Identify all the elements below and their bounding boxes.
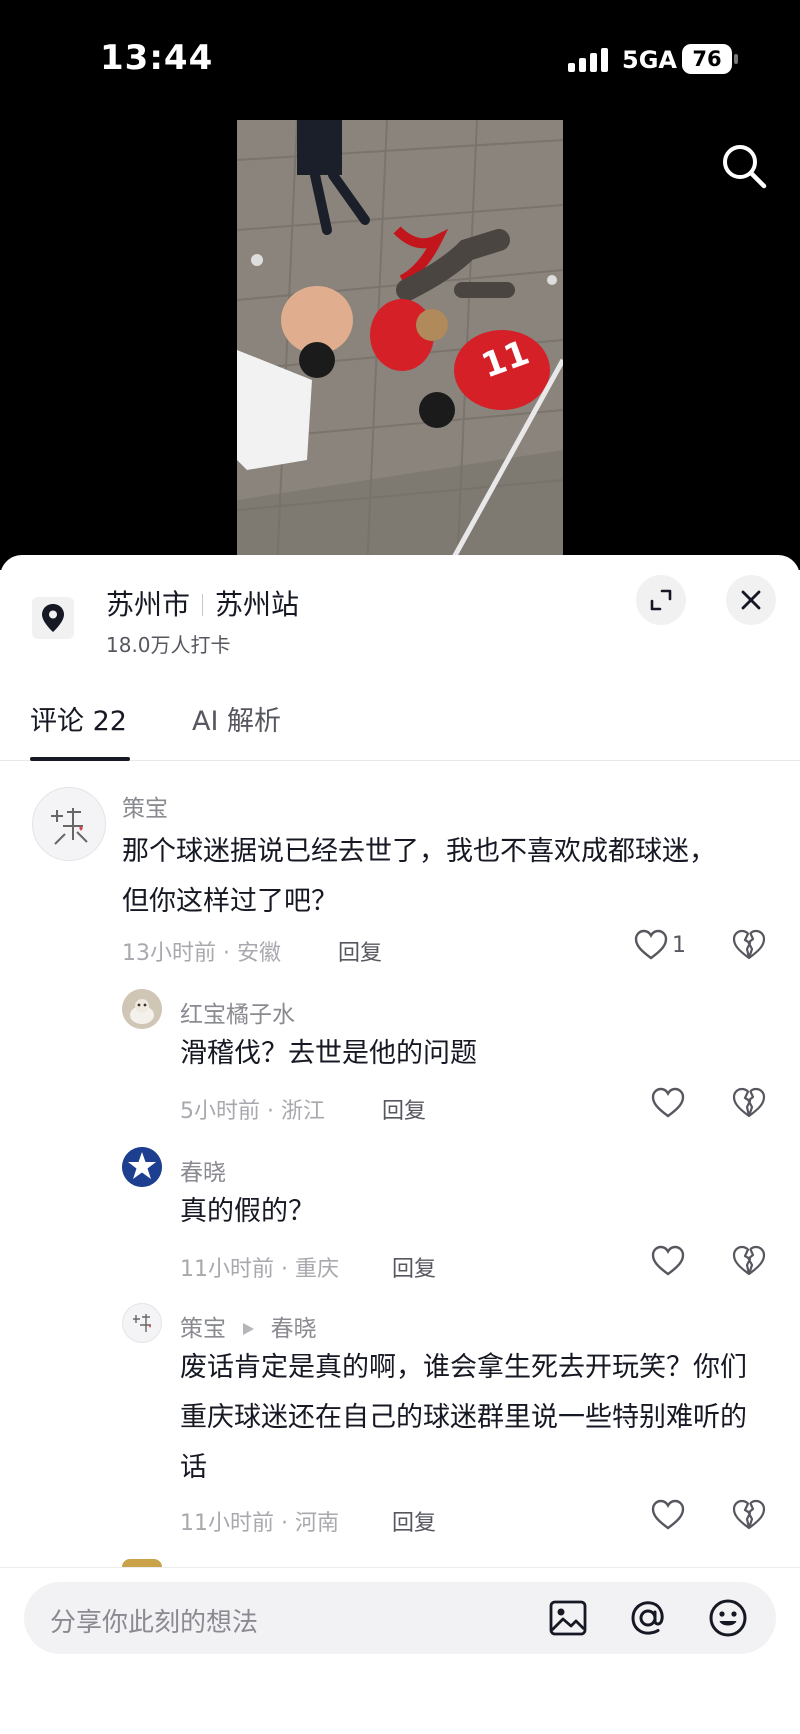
avatar[interactable]: [122, 1147, 162, 1187]
signal-icon: [568, 48, 610, 72]
expand-button[interactable]: [636, 575, 686, 625]
avatar[interactable]: [122, 1559, 162, 1567]
avatar[interactable]: [122, 989, 162, 1029]
video-scene-image: 11: [237, 120, 563, 570]
broken-heart-icon: [732, 1245, 766, 1276]
comment-input[interactable]: 分享你此刻的想法: [24, 1582, 776, 1654]
comment-username[interactable]: 策宝 春晓: [180, 1309, 317, 1343]
broken-heart-icon: [732, 929, 766, 960]
at-icon: [631, 1601, 664, 1635]
dislike-button[interactable]: [732, 1087, 766, 1123]
comment-meta: 13小时前 · 安徽: [122, 941, 281, 966]
emoji-icon: [709, 1599, 747, 1637]
reply-button[interactable]: 回复: [392, 1251, 436, 1283]
video-frame[interactable]: 11: [237, 120, 563, 570]
reply-button[interactable]: 回复: [338, 935, 382, 967]
search-icon: [723, 145, 767, 189]
status-time: 13:44: [100, 38, 214, 78]
network-label: 5GA: [622, 46, 677, 74]
tab-bar: 评论 22 AI 解析: [0, 685, 800, 761]
location-place: 苏州站: [215, 588, 300, 621]
broken-heart-icon: [732, 1087, 766, 1118]
location-city: 苏州市: [106, 588, 191, 621]
like-button[interactable]: [651, 1499, 685, 1531]
location-pin: [32, 597, 74, 639]
emoji-button[interactable]: [704, 1594, 752, 1642]
location-title[interactable]: 苏州市 苏州站: [106, 583, 299, 623]
search-button[interactable]: [718, 140, 770, 192]
reply-target: 春晓: [270, 1316, 317, 1342]
comment-username[interactable]: 春晓: [180, 1153, 226, 1187]
avatar-image: [51, 808, 88, 845]
reply-button[interactable]: 回复: [392, 1505, 436, 1537]
mention-button[interactable]: [624, 1594, 672, 1642]
heart-icon: [651, 1499, 685, 1530]
comment-meta: 11小时前 · 河南: [180, 1511, 339, 1536]
comment-meta: 11小时前 · 重庆: [180, 1257, 339, 1282]
status-bar: 13:44 5GA 76: [0, 0, 800, 120]
close-icon: [741, 590, 761, 610]
broken-heart-icon: [732, 1499, 766, 1530]
image-icon: [549, 1600, 587, 1636]
comment-meta: 5小时前 · 浙江: [180, 1099, 325, 1124]
checkin-count: 18.0万人打卡: [106, 633, 231, 657]
tab-comments[interactable]: 评论 22: [30, 699, 127, 738]
like-button[interactable]: [651, 1087, 685, 1119]
dislike-button[interactable]: [732, 929, 766, 965]
avatar-image: [122, 989, 162, 1029]
heart-icon: [634, 929, 668, 960]
heart-icon: [651, 1245, 685, 1276]
dislike-button[interactable]: [732, 1499, 766, 1535]
reply-button[interactable]: 回复: [382, 1093, 426, 1125]
comment-text: 滑稽伐？去世是他的问题: [180, 1038, 477, 1069]
heart-icon: [651, 1087, 685, 1118]
comment-sheet: 苏州市 苏州站 18.0万人打卡 评论 22 AI 解析 策宝 那个球迷据说已经去…: [0, 555, 800, 1734]
reply-arrow-icon: [243, 1323, 255, 1335]
location-pin-icon: [42, 604, 64, 632]
image-button[interactable]: [544, 1594, 592, 1642]
comment-username[interactable]: 策宝: [122, 789, 168, 823]
like-count: 1: [672, 932, 686, 958]
avatar[interactable]: [32, 787, 106, 861]
reply-author: 策宝: [180, 1316, 226, 1342]
comment-input-placeholder: 分享你此刻的想法: [50, 1608, 259, 1638]
close-button[interactable]: [726, 575, 776, 625]
tab-ai-analysis[interactable]: AI 解析: [192, 699, 281, 738]
like-button[interactable]: [651, 1245, 685, 1277]
comment-text: 那个球迷据说已经去世了，我也不喜欢成都球迷，但你这样过了吧？: [122, 836, 716, 917]
like-button[interactable]: 1: [634, 929, 686, 961]
expand-icon: [650, 589, 672, 611]
dislike-button[interactable]: [732, 1245, 766, 1281]
battery-icon: 76: [682, 44, 738, 74]
avatar[interactable]: [122, 1303, 162, 1343]
video-area[interactable]: 13:44 5GA 76 11: [0, 0, 800, 570]
comment-input-bar: 分享你此刻的想法: [0, 1567, 800, 1734]
star-avatar-icon: [122, 1147, 162, 1187]
comment-text: 真的假的？: [180, 1196, 315, 1227]
title-divider: [202, 594, 204, 616]
avatar-image: [133, 1314, 151, 1332]
comment-username[interactable]: 红宝橘子水: [180, 995, 295, 1029]
comment-text: 废话肯定是真的啊，谁会拿生死去开玩笑？你们重庆球迷还在自己的球迷群里说一些特别难…: [180, 1352, 747, 1483]
active-tab-indicator: [30, 757, 130, 761]
